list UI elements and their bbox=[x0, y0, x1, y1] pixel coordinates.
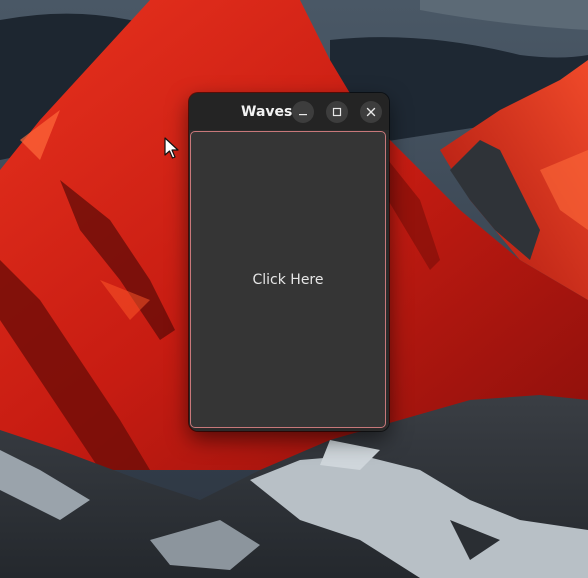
click-here-button[interactable]: Click Here bbox=[190, 131, 386, 428]
maximize-icon bbox=[332, 107, 342, 117]
close-icon bbox=[366, 107, 376, 117]
click-here-label: Click Here bbox=[252, 271, 324, 288]
app-window: Waves Click Here bbox=[189, 93, 389, 431]
close-button[interactable] bbox=[360, 101, 382, 123]
window-titlebar[interactable]: Waves bbox=[189, 93, 389, 130]
window-content: Click Here bbox=[189, 130, 389, 431]
minimize-icon bbox=[299, 114, 307, 116]
maximize-button[interactable] bbox=[326, 101, 348, 123]
minimize-button[interactable] bbox=[292, 101, 314, 123]
window-title: Waves bbox=[241, 104, 293, 120]
mouse-pointer-icon bbox=[164, 137, 179, 159]
